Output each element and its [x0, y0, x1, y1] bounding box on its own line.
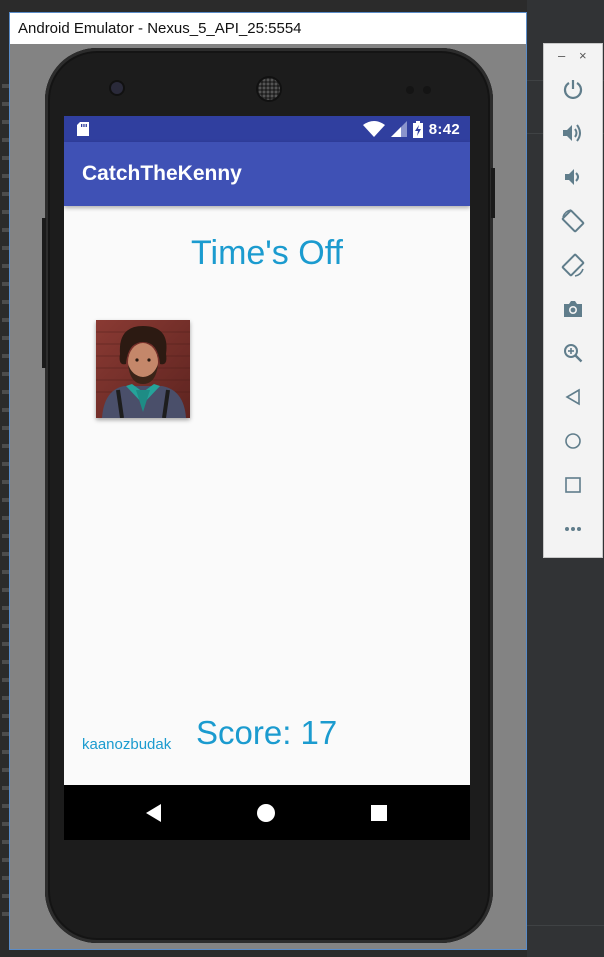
zoom-icon [564, 344, 583, 363]
proximity-sensor [406, 86, 414, 94]
battery-charging-icon [412, 120, 423, 138]
status-bar: 8:42 [64, 116, 470, 142]
screenshot-button[interactable] [544, 294, 602, 324]
toolbar-window-controls: – × [544, 48, 602, 68]
rotate-left-button[interactable] [544, 206, 602, 236]
earpiece-speaker [258, 78, 280, 100]
emulator-side-toolbar: – × [543, 43, 603, 558]
phone-volume-key [42, 218, 46, 368]
sd-card-icon [77, 122, 89, 136]
toolbar-more-button[interactable] [544, 514, 602, 544]
recents-square-icon [371, 804, 387, 821]
score-text: Score: 17 [196, 714, 338, 751]
username-label: kaanozbudak [82, 736, 172, 753]
camera-icon [564, 301, 582, 317]
overview-icon [565, 477, 581, 493]
cell-signal-icon [390, 121, 407, 137]
back-icon [565, 388, 580, 406]
back-triangle-icon [146, 803, 161, 822]
toolbar-overview-button[interactable] [544, 470, 602, 500]
nav-recents-button[interactable] [349, 785, 409, 840]
rotate-right-icon [561, 253, 585, 277]
volume-down-icon [565, 169, 579, 185]
volume-up-button[interactable] [544, 118, 602, 148]
android-nav-bar [64, 785, 470, 840]
more-icon [565, 527, 581, 531]
volume-down-button[interactable] [544, 162, 602, 192]
wifi-icon [362, 121, 385, 137]
power-button[interactable] [544, 74, 602, 104]
zoom-button[interactable] [544, 338, 602, 368]
toolbar-back-button[interactable] [544, 382, 602, 412]
phone-power-key [491, 168, 495, 218]
nav-home-button[interactable] [236, 785, 296, 840]
home-icon [565, 433, 581, 449]
app-title: CatchTheKenny [82, 162, 242, 185]
power-icon [563, 80, 583, 99]
light-sensor [423, 86, 431, 94]
rotate-left-icon [561, 209, 585, 233]
home-circle-icon [257, 803, 275, 822]
status-time: 8:42 [428, 120, 460, 138]
device-screen[interactable]: 8:42 CatchTheKenny Time's Off kaanozbuda… [64, 116, 470, 840]
window-title[interactable]: Android Emulator - Nexus_5_API_25:5554 [10, 13, 526, 44]
close-button[interactable]: × [579, 48, 587, 63]
rotate-right-button[interactable] [544, 250, 602, 280]
kenny-photo [96, 320, 190, 418]
kenny-image[interactable] [96, 320, 190, 418]
minimize-button[interactable]: – [558, 48, 565, 63]
nav-back-button[interactable] [124, 785, 184, 840]
toolbar-home-button[interactable] [544, 426, 602, 456]
app-toolbar: CatchTheKenny [64, 142, 470, 206]
volume-up-icon [563, 124, 581, 142]
front-camera [111, 82, 123, 94]
time-status-text: Time's Off [191, 234, 343, 272]
